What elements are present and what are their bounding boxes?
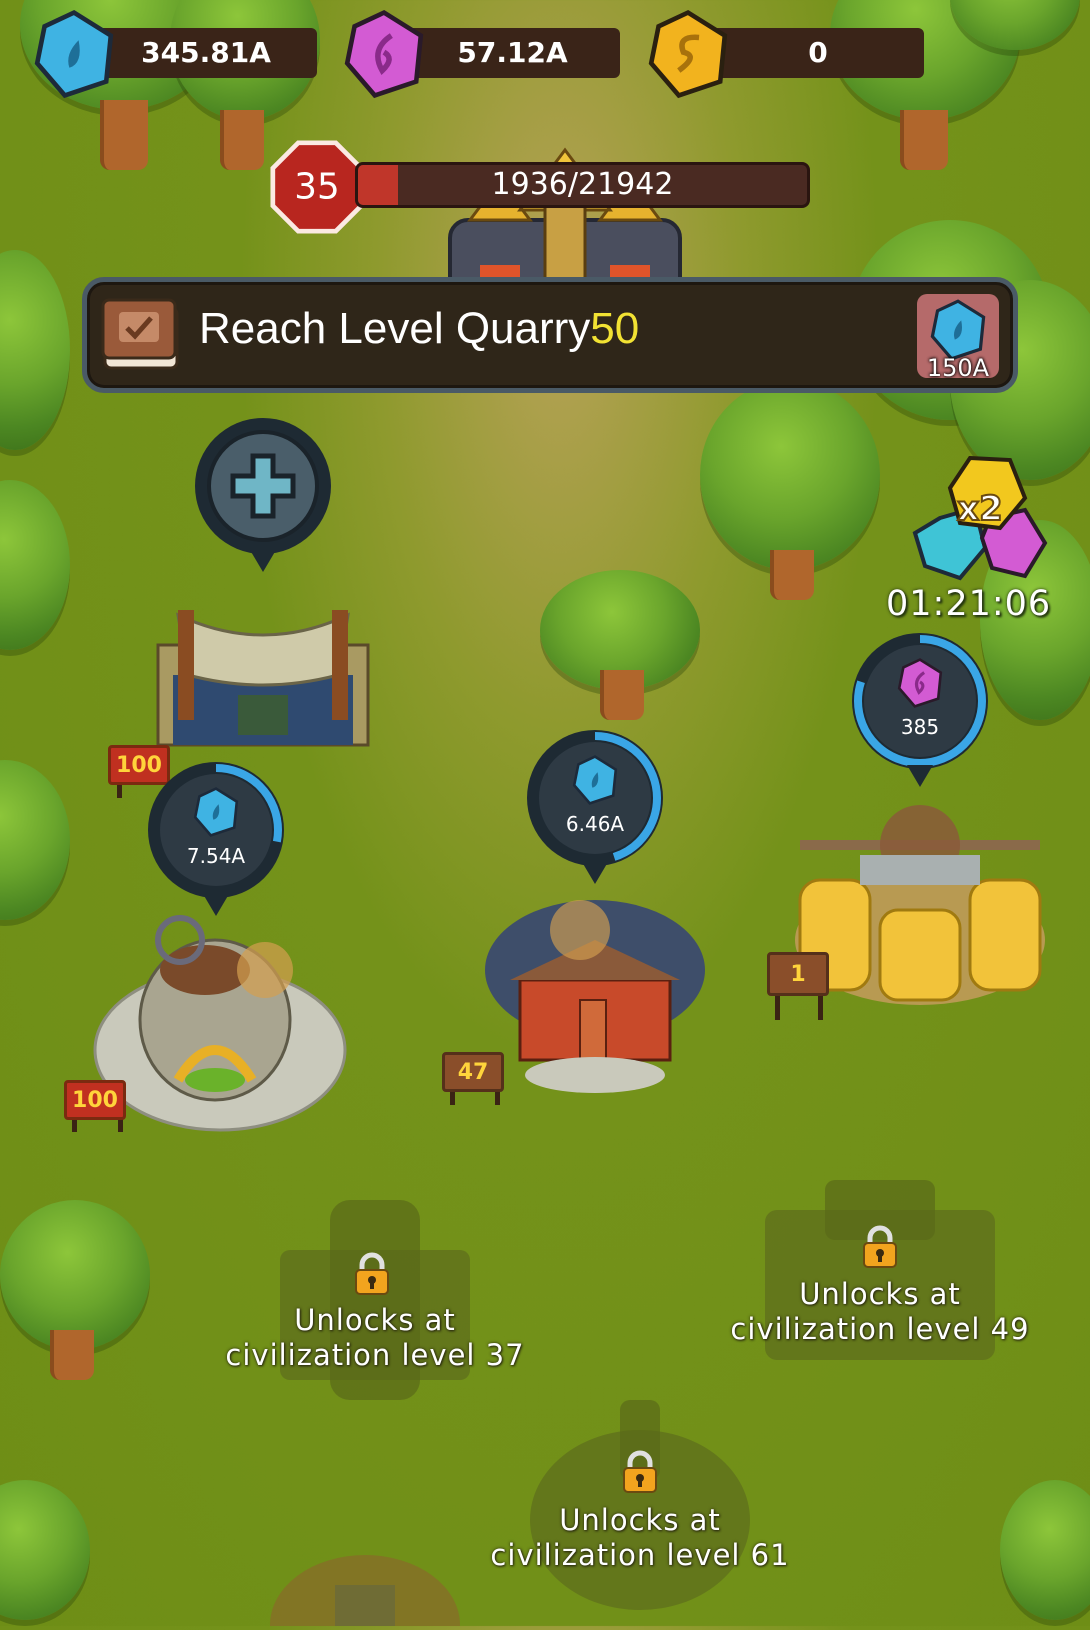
tent-building[interactable] [148, 585, 378, 775]
farm-production-value: 385 [900, 715, 940, 739]
locked-building-1[interactable] [270, 1190, 480, 1410]
lock-icon [863, 1225, 897, 1268]
locked-line2: civilization level 37 [225, 1338, 525, 1372]
locked-slot-1-text: Unlocks at civilization level 37 [175, 1303, 575, 1373]
bubble-tail [203, 894, 229, 916]
locked-slot-3-text: Unlocks at civilization level 61 [440, 1503, 840, 1573]
well-level-sign: 100 [64, 1080, 126, 1120]
lock-icon [623, 1450, 657, 1493]
gold-gem-icon [648, 9, 728, 99]
farm-level-sign: 1 [767, 952, 829, 996]
purple-gem-icon [344, 9, 424, 99]
locked-line1: Unlocks at [799, 1277, 961, 1311]
farm-building[interactable] [790, 800, 1050, 1010]
boost-timer: 01:21:06 [886, 584, 1052, 624]
locked-line2: civilization level 61 [490, 1538, 790, 1572]
well-building[interactable] [90, 910, 350, 1140]
boost-label: x2 [957, 489, 1003, 529]
blue-gem-icon [34, 9, 114, 99]
blue-gem-icon [930, 299, 986, 361]
quarry-building[interactable] [480, 880, 710, 1110]
blue-gem-amount: 345.81A [141, 36, 271, 69]
bubble-tail [582, 862, 608, 884]
locked-line2: civilization level 49 [730, 1312, 1030, 1346]
well-production-value: 7.54A [186, 844, 246, 868]
quest-reward-amount: 150A [926, 354, 990, 382]
gold-gem-counter[interactable]: 0 [712, 28, 924, 78]
quest-book-icon [101, 298, 179, 370]
locked-building-2[interactable] [755, 1170, 1005, 1380]
farm-production-bubble[interactable]: 385 [852, 633, 988, 787]
locked-slot-2-text: Unlocks at civilization level 49 [680, 1277, 1080, 1347]
blue-gem-icon [193, 787, 239, 837]
tent-level-sign: 100 [108, 745, 170, 785]
xp-progress-bar: 1936/21942 [355, 162, 810, 208]
quest-banner[interactable]: Reach Level Quarry50 150A [82, 277, 1018, 393]
lock-icon [355, 1252, 389, 1295]
level-number: 35 [294, 166, 339, 207]
xp-progress-text: 1936/21942 [491, 167, 674, 202]
add-icon [230, 453, 296, 519]
well-production-bubble[interactable]: 7.54A [148, 762, 284, 916]
quest-reward[interactable]: 150A [917, 294, 999, 382]
purple-gem-icon [897, 658, 943, 708]
quest-text: Reach Level Quarry [199, 304, 591, 353]
quest-target: 50 [590, 304, 640, 353]
bubble-tail [907, 765, 933, 787]
locked-line1: Unlocks at [294, 1303, 456, 1337]
blue-gem-icon [572, 755, 618, 805]
add-worker-bubble[interactable] [195, 418, 331, 572]
x2-boost-icon[interactable]: x2 [900, 448, 1060, 588]
quarry-production-bubble[interactable]: 6.46A [527, 730, 663, 884]
quarry-production-value: 6.46A [565, 812, 625, 836]
gold-gem-amount: 0 [808, 36, 828, 69]
quest-description: Reach Level Quarry50 [199, 304, 639, 354]
blue-gem-counter[interactable]: 345.81A [95, 28, 317, 78]
purple-gem-amount: 57.12A [457, 36, 568, 69]
bottom-building[interactable] [265, 1545, 465, 1626]
bubble-tail [250, 550, 276, 572]
level-badge: 35 [270, 140, 364, 234]
quarry-level-sign: 47 [442, 1052, 504, 1092]
locked-line1: Unlocks at [559, 1503, 721, 1537]
purple-gem-counter[interactable]: 57.12A [405, 28, 620, 78]
